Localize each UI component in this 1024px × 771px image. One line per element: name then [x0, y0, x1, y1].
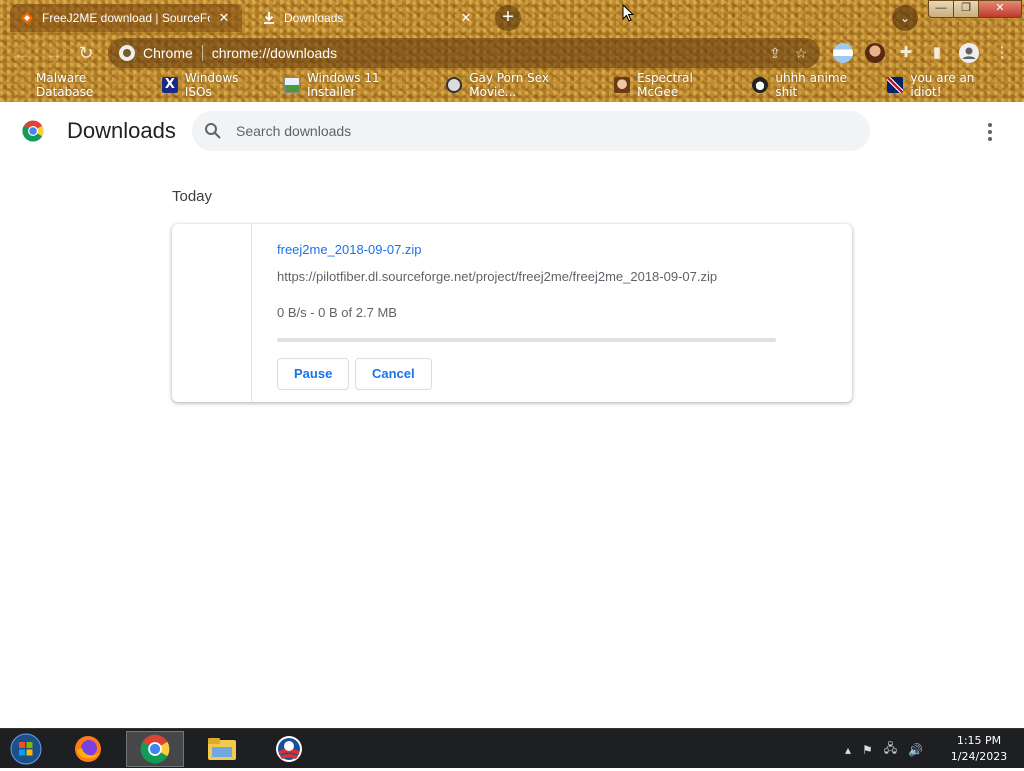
- show-hidden-icons-icon[interactable]: ▴: [845, 743, 851, 757]
- chrome-menu-icon[interactable]: ⋮: [990, 41, 1014, 65]
- bookmark-label: uhhh anime shit: [775, 71, 847, 99]
- search-input[interactable]: [236, 123, 836, 139]
- search-bar[interactable]: [192, 111, 870, 151]
- browser-frame: FreeJ2ME download | SourceForg ✕ Downloa…: [0, 0, 1024, 102]
- toolbar: ← → ↻ Chrome chrome://downloads ⇪ ☆ ✚ ▮ …: [0, 36, 1024, 70]
- bookmark-espectral-mcgee[interactable]: Espectral McGee: [614, 71, 736, 99]
- page-header: Downloads: [0, 102, 1024, 160]
- mouse-cursor-icon: [622, 4, 634, 22]
- network-icon[interactable]: 🖧: [884, 739, 897, 760]
- chrome-logo-icon: [22, 120, 44, 142]
- date-section-label: Today: [172, 188, 213, 205]
- extension-flag-icon[interactable]: [833, 43, 853, 63]
- forward-button[interactable]: →: [41, 40, 67, 66]
- folder-icon: [208, 738, 236, 760]
- x-icon: X: [161, 77, 178, 93]
- reload-button[interactable]: ↻: [73, 40, 99, 66]
- cancel-button[interactable]: Cancel: [355, 358, 432, 390]
- tab-close-icon[interactable]: ✕: [458, 10, 474, 26]
- page-title: Downloads: [67, 118, 176, 143]
- tab-close-icon[interactable]: ✕: [216, 10, 232, 26]
- bookmark-label: Malware Database: [36, 71, 94, 99]
- download-progress-text: 0 B/s - 0 B of 2.7 MB: [277, 305, 397, 320]
- bookmark-windows-isos[interactable]: X Windows ISOs: [161, 71, 268, 99]
- more-actions-icon[interactable]: [980, 120, 1000, 144]
- tab-title: FreeJ2ME download | SourceForg: [42, 11, 210, 25]
- bookmark-you-are-an-idiot[interactable]: you are an idiot!: [887, 71, 1008, 99]
- search-icon: [205, 123, 221, 139]
- start-button[interactable]: [8, 732, 44, 766]
- tab-strip: FreeJ2ME download | SourceForg ✕ Downloa…: [0, 0, 1024, 34]
- download-icon: [264, 12, 274, 24]
- globe-icon: [446, 77, 463, 93]
- extensions-puzzle-icon[interactable]: ✚: [894, 41, 918, 65]
- bookmark-label: Windows 11 Installer: [306, 71, 380, 99]
- flag-icon: [887, 77, 904, 93]
- side-panel-icon[interactable]: ▮: [925, 41, 949, 65]
- close-window-button[interactable]: ✕: [978, 0, 1022, 18]
- minimize-button[interactable]: —: [928, 0, 954, 18]
- share-icon[interactable]: ⇪: [762, 45, 788, 62]
- taskbar-firefox[interactable]: [59, 731, 117, 767]
- firefox-icon: [75, 736, 101, 762]
- volume-icon[interactable]: 🔊: [908, 743, 923, 757]
- malware-database-icon: [14, 77, 24, 93]
- bookmark-label: Gay Porn Sex Movie...: [469, 71, 550, 99]
- anime-icon: [752, 77, 769, 93]
- image-icon: [283, 77, 300, 93]
- tab-title: Downloads: [284, 11, 344, 25]
- bookmark-anime[interactable]: uhhh anime shit: [752, 71, 871, 99]
- chrome-icon: [140, 734, 170, 764]
- taskbar-chrome[interactable]: [126, 731, 184, 767]
- sourceforge-icon: [21, 12, 33, 24]
- url-text[interactable]: chrome://downloads: [212, 45, 762, 61]
- bookmark-3[interactable]: Gay Porn Sex Movie...: [446, 71, 598, 99]
- address-bar[interactable]: Chrome chrome://downloads ⇪ ☆: [108, 38, 820, 68]
- taskbar-file-explorer[interactable]: [193, 731, 251, 767]
- tab-downloads[interactable]: Downloads ✕: [252, 4, 484, 32]
- bookmark-label: you are an idiot!: [910, 71, 975, 99]
- dot: [988, 123, 992, 127]
- profile-icon[interactable]: [957, 41, 981, 65]
- extension-avatar-icon[interactable]: [865, 43, 885, 63]
- bookmark-label: Windows ISOs: [184, 71, 239, 99]
- dot: [988, 137, 992, 141]
- taskbar: ▴ ⚑ 🖧 🔊 1:15 PM 1/24/2023: [0, 728, 1024, 768]
- dot: [988, 130, 992, 134]
- back-button[interactable]: ←: [9, 40, 35, 66]
- download-item-card: freej2me_2018-09-07.zip https://pilotfib…: [172, 224, 852, 402]
- new-tab-button[interactable]: +: [495, 5, 521, 31]
- maximize-button[interactable]: ❐: [953, 0, 979, 18]
- action-center-flag-icon[interactable]: ⚑: [862, 743, 873, 757]
- file-icon-column: [172, 224, 252, 402]
- round-logo-icon: [276, 736, 302, 762]
- pause-button[interactable]: Pause: [277, 358, 350, 390]
- bookmark-label: Espectral McGee: [637, 71, 693, 99]
- omnibox-divider: [201, 45, 203, 61]
- taskbar-app-logo[interactable]: [260, 731, 318, 767]
- downloads-page: Downloads Today freej2me_2018-09-07.zip …: [0, 102, 1024, 728]
- system-tray: ▴ ⚑ 🖧 🔊: [845, 739, 934, 760]
- tab-search-button[interactable]: ⌄: [892, 5, 918, 31]
- chrome-site-icon: [119, 45, 135, 61]
- windows-start-icon: [10, 733, 42, 765]
- bookmark-windows-11-installer[interactable]: Windows 11 Installer: [283, 71, 430, 99]
- download-source-url: https://pilotfiber.dl.sourceforge.net/pr…: [277, 269, 718, 284]
- clock-time: 1:15 PM: [956, 734, 1002, 747]
- clock-date: 1/24/2023: [950, 750, 1008, 763]
- profile-avatar-icon: [959, 43, 979, 63]
- bookmark-malware-database[interactable]: Malware Database: [14, 71, 146, 99]
- bookmark-star-icon[interactable]: ☆: [788, 45, 814, 62]
- bookmarks-bar: Malware Database X Windows ISOs Windows …: [0, 71, 1024, 99]
- download-progress-bar: [277, 338, 776, 342]
- tab-sourceforge[interactable]: FreeJ2ME download | SourceForg ✕: [10, 4, 242, 32]
- taskbar-clock[interactable]: 1:15 PM 1/24/2023: [942, 733, 1016, 765]
- site-name: Chrome: [143, 45, 193, 61]
- character-icon: [614, 77, 631, 93]
- download-filename-link[interactable]: freej2me_2018-09-07.zip: [277, 242, 422, 257]
